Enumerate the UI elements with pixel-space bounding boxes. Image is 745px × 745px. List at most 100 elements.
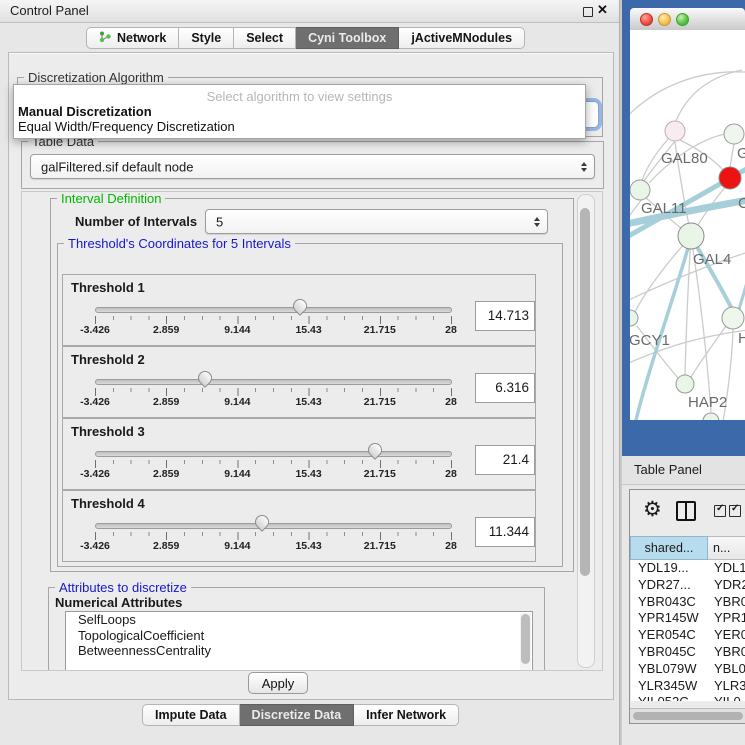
slider-track[interactable] bbox=[95, 307, 452, 313]
bottom-tab-discretize-data[interactable]: Discretize Data bbox=[240, 704, 355, 726]
tab-label: Style bbox=[191, 31, 221, 45]
network-node[interactable] bbox=[719, 167, 741, 189]
node-label: C bbox=[738, 195, 745, 212]
group-title-thresholds: Threshold's Coordinates for 5 Intervals bbox=[64, 236, 295, 251]
table-row[interactable]: YBL079WYBL0 bbox=[631, 661, 745, 678]
slider-thumb[interactable] bbox=[293, 299, 307, 314]
threshold-label: Threshold 3 bbox=[71, 424, 145, 439]
network-edge-thick[interactable] bbox=[692, 238, 735, 315]
table-rows: YDL19...YDL1YDR27...YDR2YBR043CYBR0YPR14… bbox=[631, 560, 745, 701]
scale-tick-label: 9.144 bbox=[224, 540, 250, 552]
attribute-list-item[interactable]: TopologicalCoefficient bbox=[66, 628, 532, 644]
column-header-shared-name[interactable]: shared... bbox=[630, 536, 708, 560]
table-row[interactable]: YDR27...YDR2 bbox=[631, 577, 745, 594]
cell-name: YDL1 bbox=[709, 560, 745, 577]
node-label: GAL4 bbox=[693, 251, 731, 268]
minimize-button[interactable] bbox=[658, 13, 671, 26]
slider-thumb[interactable] bbox=[368, 443, 382, 458]
numerical-attributes-list[interactable]: SelfLoopsTopologicalCoefficientBetweenne… bbox=[65, 611, 533, 671]
threshold-value-field[interactable]: 21.4 bbox=[475, 445, 535, 475]
table-row[interactable]: YBR043CYBR0 bbox=[631, 594, 745, 611]
split-columns-icon[interactable] bbox=[676, 501, 696, 521]
threshold-value-field[interactable]: 14.713 bbox=[475, 301, 535, 331]
bottom-tab-impute-data[interactable]: Impute Data bbox=[142, 704, 240, 726]
stepper-arrows-icon bbox=[534, 217, 540, 227]
tab-select[interactable]: Select bbox=[234, 27, 296, 49]
scale-tick-label: -3.426 bbox=[80, 540, 110, 552]
scale-tick-label: 15.43 bbox=[295, 396, 321, 408]
slider-track[interactable] bbox=[95, 451, 452, 457]
network-edge[interactable] bbox=[630, 72, 745, 122]
column-header-name[interactable]: n... bbox=[708, 536, 745, 560]
scrollbar-thumb[interactable] bbox=[580, 208, 590, 576]
slider-thumb[interactable] bbox=[198, 371, 212, 386]
table-panel-region: Table Panel ⚙ ✓ ✓ shared... n... YDL19..… bbox=[622, 456, 745, 745]
network-view-canvas[interactable]: GAL80GACGAL11GAL4GCY1HHAP2 bbox=[630, 30, 745, 420]
attribute-list-item[interactable]: SelfLoops bbox=[66, 612, 532, 628]
scale-tick-label: 9.144 bbox=[224, 468, 250, 480]
list-scrollbar[interactable] bbox=[520, 613, 531, 671]
network-node[interactable] bbox=[678, 223, 704, 249]
checkbox-icon[interactable]: ✓ bbox=[729, 505, 741, 517]
scale-tick-label: 21.715 bbox=[364, 540, 396, 552]
table-row[interactable]: YDL19...YDL1 bbox=[631, 560, 745, 577]
slider-thumb-pin bbox=[290, 296, 310, 316]
scrollbar-thumb[interactable] bbox=[633, 712, 743, 720]
panel-vertical-scrollbar[interactable] bbox=[577, 194, 595, 668]
table-data-combobox-value: galFiltered.sif default node bbox=[41, 159, 193, 174]
slider-thumb-pin bbox=[366, 440, 386, 460]
thresholds-group: Threshold's Coordinates for 5 Intervals … bbox=[57, 243, 563, 567]
apply-button[interactable]: Apply bbox=[248, 672, 308, 694]
tab-jactivemnodules[interactable]: jActiveMNodules bbox=[399, 27, 525, 49]
slider-track[interactable] bbox=[95, 379, 452, 385]
network-node[interactable] bbox=[724, 124, 744, 144]
network-edge[interactable] bbox=[635, 236, 691, 312]
dropdown-option-manual-discretization[interactable]: Manual Discretization bbox=[14, 104, 585, 119]
control-panel-window: Control Panel ✕ Network Style SelectCyni T… bbox=[0, 0, 620, 745]
bottom-tab-infer-network[interactable]: Infer Network bbox=[354, 704, 459, 726]
network-node[interactable] bbox=[630, 310, 638, 326]
attribute-list-item[interactable]: BetweennessCentrality bbox=[66, 643, 532, 659]
threshold-value-field[interactable]: 11.344 bbox=[475, 517, 535, 547]
float-window-icon[interactable] bbox=[583, 7, 593, 17]
network-node[interactable] bbox=[722, 307, 744, 329]
tab-cyni-toolbox[interactable]: Cyni Toolbox bbox=[296, 27, 399, 49]
cyni-bottom-tabs: Impute Data Discretize Data Infer Network bbox=[142, 704, 459, 726]
network-node[interactable] bbox=[676, 375, 694, 393]
table-row[interactable]: YBR045CYBR0 bbox=[631, 644, 745, 661]
close-button[interactable] bbox=[640, 13, 653, 26]
num-intervals-combobox[interactable]: 5 bbox=[205, 209, 548, 234]
tab-style[interactable]: Style bbox=[179, 27, 234, 49]
table-row[interactable]: YPR145WYPR1 bbox=[631, 610, 745, 627]
slider-scale: -3.4262.8599.14415.4321.71528 bbox=[95, 540, 451, 553]
tab-network[interactable]: Network bbox=[86, 27, 179, 49]
gear-icon[interactable]: ⚙ bbox=[643, 497, 662, 522]
network-node[interactable] bbox=[665, 121, 685, 141]
table-data-combobox[interactable]: galFiltered.sif default node bbox=[30, 154, 595, 179]
network-node[interactable] bbox=[703, 413, 719, 420]
table-row[interactable]: YIL052CYIL0 bbox=[631, 694, 745, 701]
slider-track[interactable] bbox=[95, 523, 452, 529]
node-label: GAL11 bbox=[641, 200, 687, 217]
threshold-label: Threshold 1 bbox=[71, 280, 145, 295]
zoom-button[interactable] bbox=[676, 13, 689, 26]
tab-label: jActiveMNodules bbox=[411, 31, 512, 45]
network-edge[interactable] bbox=[730, 144, 734, 167]
dropdown-option-equal-width-frequency-discretization[interactable]: Equal Width/Frequency Discretization bbox=[14, 119, 585, 134]
checkbox-icon[interactable]: ✓ bbox=[714, 505, 726, 517]
network-edge[interactable] bbox=[676, 70, 742, 121]
tab-label: Discretize Data bbox=[252, 708, 342, 722]
close-icon[interactable]: ✕ bbox=[597, 2, 608, 18]
table-row[interactable]: YER054CYER0 bbox=[631, 627, 745, 644]
network-node[interactable] bbox=[630, 180, 650, 200]
threshold-value-field[interactable]: 6.316 bbox=[475, 373, 535, 403]
window-title: Control Panel bbox=[10, 0, 89, 22]
slider-thumb[interactable] bbox=[255, 515, 269, 530]
tab-label: Infer Network bbox=[366, 708, 446, 722]
horizontal-scrollbar[interactable] bbox=[630, 708, 745, 723]
scale-tick-label: 21.715 bbox=[364, 324, 396, 336]
table-row[interactable]: YLR345WYLR3 bbox=[631, 678, 745, 695]
cell-name: YPR1 bbox=[709, 610, 745, 627]
dropdown-placeholder: Select algorithm to view settings bbox=[14, 89, 585, 104]
threshold-label: Threshold 2 bbox=[71, 352, 145, 367]
